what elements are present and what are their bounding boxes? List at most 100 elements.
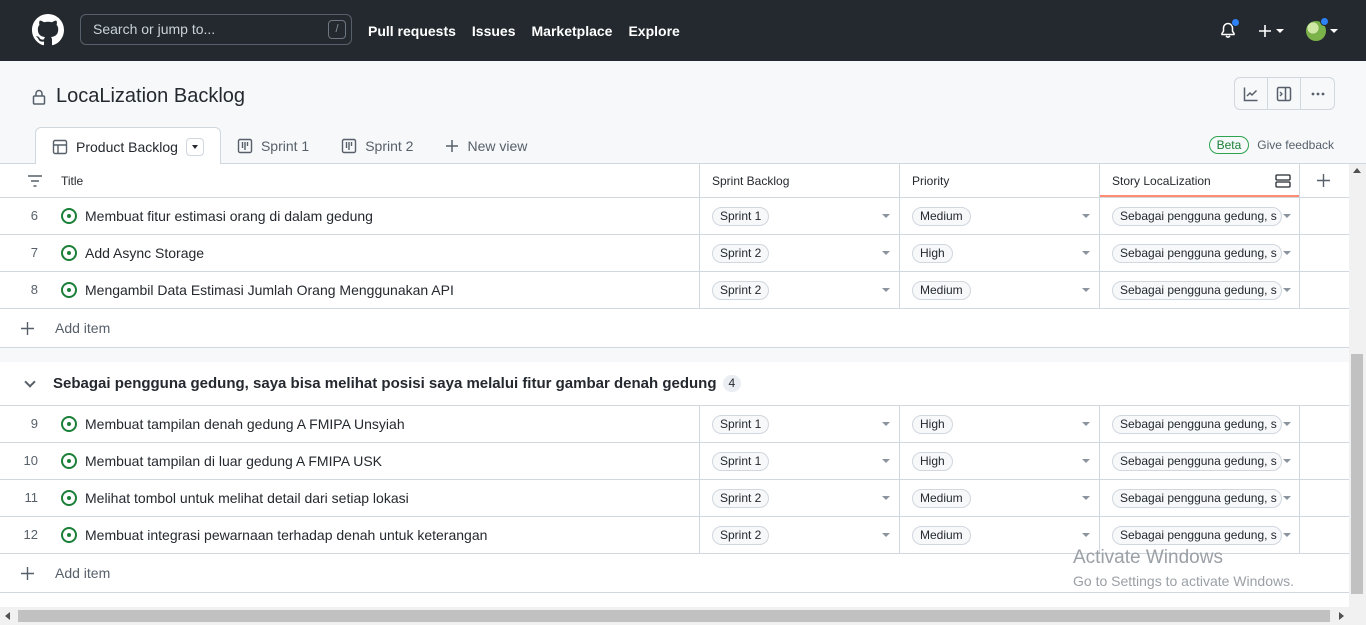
priority-token: Medium	[912, 281, 971, 300]
search-input[interactable]: Search or jump to... /	[80, 14, 352, 45]
column-title[interactable]: Title	[61, 164, 83, 198]
chevron-down-icon[interactable]	[1082, 496, 1090, 500]
issue-title[interactable]: Membuat fitur estimasi orang di dalam ge…	[85, 198, 373, 234]
create-new-plus-icon[interactable]	[1258, 24, 1284, 38]
scroll-right-arrow-icon[interactable]	[1339, 612, 1344, 620]
chevron-down-icon[interactable]	[1283, 496, 1291, 500]
issue-title[interactable]: Mengambil Data Estimasi Jumlah Orang Men…	[85, 272, 454, 308]
add-item-label[interactable]: Add item	[55, 554, 110, 593]
board-icon	[342, 138, 357, 153]
chevron-down-icon[interactable]	[882, 422, 890, 426]
plus-icon	[446, 139, 459, 152]
sprint-token: Sprint 2	[712, 244, 770, 263]
chevron-down-icon[interactable]	[24, 376, 36, 388]
scrollbar-thumb[interactable]	[1351, 354, 1363, 594]
chevron-down-icon[interactable]	[882, 288, 890, 292]
column-divider	[699, 164, 700, 198]
add-field-plus-icon[interactable]	[1317, 174, 1330, 187]
chevron-down-icon[interactable]	[882, 251, 890, 255]
issue-title[interactable]: Melihat tombol untuk melihat detail dari…	[85, 480, 409, 516]
scroll-left-arrow-icon[interactable]	[5, 612, 10, 620]
table-row[interactable]: 9 Membuat tampilan denah gedung A FMIPA …	[0, 406, 1349, 443]
row-number: 9	[30, 416, 38, 431]
sprint-token: Sprint 1	[712, 415, 770, 434]
vertical-scrollbar[interactable]	[1349, 164, 1366, 609]
chevron-down-icon[interactable]	[1283, 251, 1291, 255]
issue-title[interactable]: Membuat tampilan di luar gedung A FMIPA …	[85, 443, 382, 479]
insights-button[interactable]	[1235, 78, 1268, 109]
filter-icon[interactable]	[27, 175, 43, 187]
chevron-down-icon[interactable]	[1283, 459, 1291, 463]
issue-title[interactable]: Membuat integrasi pewarnaan terhadap den…	[85, 517, 487, 553]
tab-sprint-1[interactable]: Sprint 1	[221, 127, 325, 164]
horizontal-scrollbar[interactable]	[0, 607, 1366, 625]
chevron-down-icon	[191, 144, 198, 149]
column-divider	[1299, 198, 1300, 309]
give-feedback-link[interactable]: Give feedback	[1257, 138, 1334, 152]
column-divider	[899, 164, 900, 198]
chevron-down-icon[interactable]	[1082, 288, 1090, 292]
chevron-down-icon[interactable]	[1283, 422, 1291, 426]
table-row[interactable]: 11 Melihat tombol untuk melihat detail d…	[0, 480, 1349, 517]
nav-explore[interactable]: Explore	[628, 23, 679, 39]
story-token: Sebagai pengguna gedung, s	[1112, 489, 1282, 508]
column-sprint-backlog[interactable]: Sprint Backlog	[712, 164, 789, 198]
chevron-down-icon[interactable]	[1082, 422, 1090, 426]
line-chart-icon	[1243, 87, 1258, 101]
more-options-button[interactable]	[1301, 78, 1334, 109]
table-row[interactable]: 10 Membuat tampilan di luar gedung A FMI…	[0, 443, 1349, 480]
issue-title[interactable]: Add Async Storage	[85, 235, 204, 271]
chevron-down-icon[interactable]	[1283, 288, 1291, 292]
nav-pull-requests[interactable]: Pull requests	[368, 23, 456, 39]
chevron-down-icon[interactable]	[1082, 214, 1090, 218]
chevron-down-icon[interactable]	[1082, 533, 1090, 537]
view-options-dropdown[interactable]	[185, 137, 204, 156]
group-title-text: Sebagai pengguna gedung, saya bisa melih…	[53, 375, 717, 392]
column-priority[interactable]: Priority	[912, 164, 949, 198]
story-token: Sebagai pengguna gedung, s	[1112, 415, 1282, 434]
chevron-down-icon[interactable]	[882, 533, 890, 537]
table-row[interactable]: 7 Add Async Storage Sprint 2 High Sebaga…	[0, 235, 1349, 272]
nav-issues[interactable]: Issues	[472, 23, 516, 39]
plus-icon	[21, 322, 34, 335]
open-issue-icon	[61, 282, 77, 298]
add-item-row[interactable]: Add item	[0, 554, 1349, 593]
tab-product-backlog[interactable]: Product Backlog	[35, 127, 221, 165]
scrollbar-thumb[interactable]	[18, 610, 1330, 622]
new-view-button[interactable]: New view	[429, 127, 543, 164]
priority-token: High	[912, 452, 953, 471]
user-menu[interactable]	[1306, 16, 1338, 41]
avatar-status-dot	[1320, 16, 1329, 26]
chevron-down-icon[interactable]	[882, 459, 890, 463]
chevron-down-icon[interactable]	[882, 214, 890, 218]
github-logo-icon[interactable]	[32, 14, 64, 46]
tab-sprint-2[interactable]: Sprint 2	[325, 127, 429, 164]
nav-marketplace[interactable]: Marketplace	[532, 23, 613, 39]
row-number: 12	[23, 527, 38, 542]
chevron-down-icon[interactable]	[1082, 251, 1090, 255]
open-issue-icon	[61, 527, 77, 543]
column-divider	[1099, 164, 1100, 198]
table-row[interactable]: 8 Mengambil Data Estimasi Jumlah Orang M…	[0, 272, 1349, 309]
chevron-down-icon[interactable]	[1283, 214, 1291, 218]
column-story-localization[interactable]: Story LocaLization	[1112, 164, 1211, 198]
sprint-token: Sprint 1	[712, 452, 770, 471]
add-item-label[interactable]: Add item	[55, 309, 110, 348]
beta-feedback: Beta Give feedback	[1208, 136, 1334, 154]
scroll-up-arrow-icon[interactable]	[1353, 168, 1361, 173]
issue-title[interactable]: Membuat tampilan denah gedung A FMIPA Un…	[85, 406, 405, 442]
group-by-icon[interactable]	[1275, 174, 1291, 188]
add-item-row[interactable]: Add item	[0, 309, 1349, 348]
side-panel-button[interactable]	[1268, 78, 1301, 109]
sprint-token: Sprint 1	[712, 207, 770, 226]
group-header[interactable]: Sebagai pengguna gedung, saya bisa melih…	[0, 362, 1349, 406]
table-row[interactable]: 6 Membuat fitur estimasi orang di dalam …	[0, 198, 1349, 235]
chevron-down-icon[interactable]	[882, 496, 890, 500]
board-icon	[237, 138, 253, 153]
chevron-down-icon[interactable]	[1283, 533, 1291, 537]
chevron-down-icon[interactable]	[1082, 459, 1090, 463]
table-row[interactable]: 12 Membuat integrasi pewarnaan terhadap …	[0, 517, 1349, 554]
row-number: 11	[24, 490, 39, 505]
notifications-bell-icon[interactable]	[1220, 18, 1240, 39]
row-number: 8	[30, 282, 38, 297]
